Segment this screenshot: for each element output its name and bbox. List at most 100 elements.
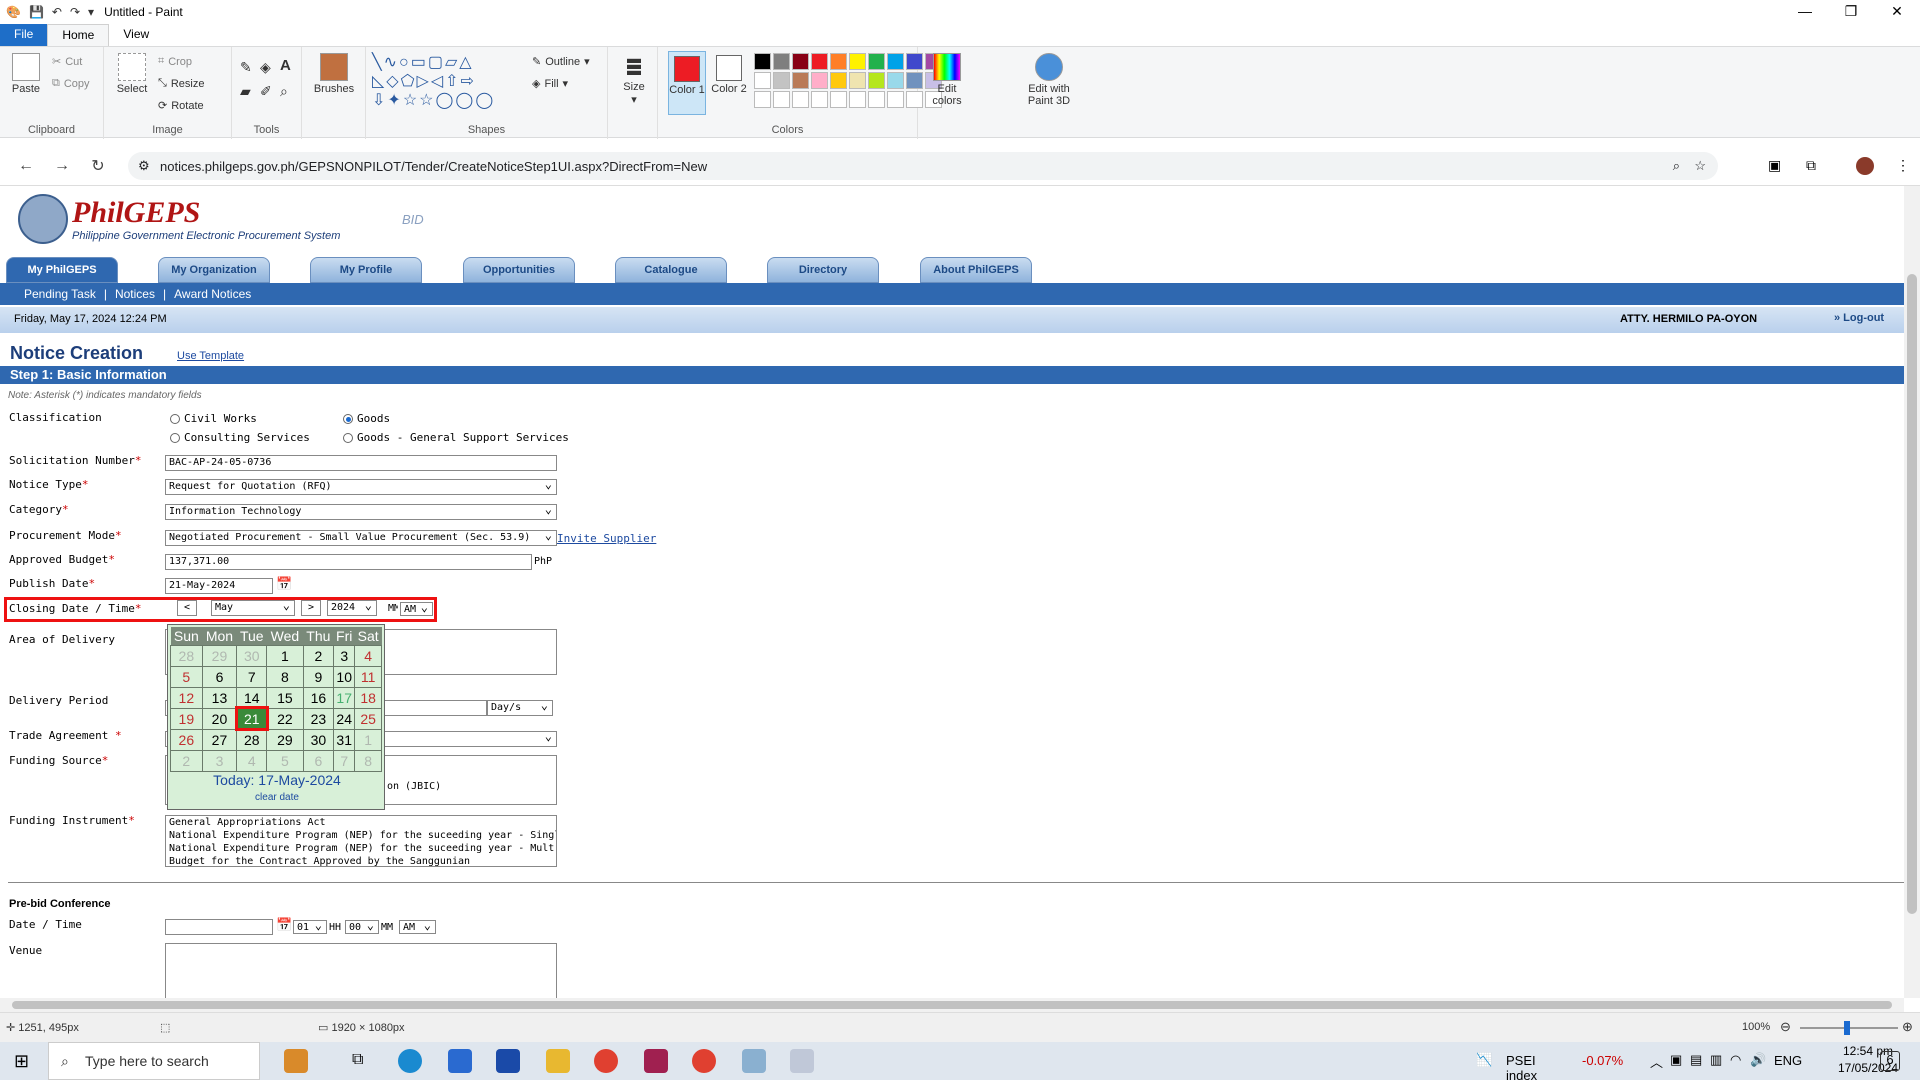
calendar-day-cell[interactable]: 23 (302, 707, 335, 730)
calendar-icon[interactable]: 📅 (276, 576, 292, 592)
copy-button[interactable]: ⧉ Copy (52, 77, 90, 90)
use-template-link[interactable]: Use Template (177, 350, 244, 362)
zoom-out-button[interactable]: ⊖ (1780, 1019, 1791, 1035)
windows-start-icon[interactable]: ⊞ (14, 1051, 29, 1072)
calendar-day-cell[interactable]: 13 (201, 686, 238, 709)
text-tool-icon[interactable]: A (280, 57, 291, 74)
size-button[interactable]: ▬ ▬ ▬ Size ▾ (618, 51, 650, 106)
palette-color-swatch[interactable] (887, 53, 904, 70)
palette-color-swatch[interactable] (754, 72, 771, 89)
rotate-button[interactable]: ⟳ Rotate (158, 99, 204, 113)
calendar-day-cell[interactable]: 29 (266, 728, 304, 751)
zoom-in-button[interactable]: ⊕ (1902, 1019, 1913, 1035)
calendar-day-cell[interactable]: 4 (354, 644, 382, 667)
prebid-minute-select[interactable]: 00 (345, 920, 379, 934)
show-hidden-icons[interactable]: ︿ (1650, 1052, 1663, 1071)
calendar-day-cell[interactable]: 10 (333, 665, 356, 688)
palette-empty-swatch[interactable] (754, 91, 771, 108)
palette-color-swatch[interactable] (811, 72, 828, 89)
calendar-day-cell[interactable]: 30 (302, 728, 335, 751)
calendar-day-cell[interactable]: 31 (333, 728, 356, 751)
brushes-button[interactable]: Brushes (312, 53, 356, 95)
crop-button[interactable]: ⌗ Crop (158, 55, 192, 68)
subnav-notices[interactable]: Notices (115, 287, 155, 301)
funding-instrument-item[interactable]: Budget for the Contract Approved by the … (169, 855, 556, 866)
tray-app-icon[interactable]: ▥ (1710, 1052, 1722, 1068)
funding-instrument-listbox[interactable]: General Appropriations Act National Expe… (165, 815, 557, 867)
tab-my-organization[interactable]: My Organization (158, 257, 270, 283)
procurement-mode-select[interactable]: Negotiated Procurement - Small Value Pro… (165, 530, 557, 546)
calendar-day-cell[interactable]: 7 (236, 665, 268, 688)
solicitation-number-input[interactable]: BAC-AP-24-05-0736 (165, 455, 557, 471)
calendar-day-cell[interactable]: 26 (170, 728, 203, 751)
app-icon[interactable] (644, 1049, 668, 1073)
vertical-scroll-thumb[interactable] (1907, 274, 1917, 914)
reload-icon[interactable]: ↻ (80, 156, 116, 176)
calendar-day-cell[interactable]: 7 (333, 749, 356, 772)
calendar-day-cell[interactable]: 3 (201, 749, 238, 772)
magnifier-icon[interactable]: ⌕ (280, 83, 288, 100)
site-info-icon[interactable]: ⚙ (138, 158, 150, 174)
chrome-icon[interactable] (692, 1049, 716, 1073)
close-button[interactable]: ✕ (1874, 0, 1920, 24)
publish-date-input[interactable]: 21-May-2024 (165, 578, 273, 594)
palette-color-swatch[interactable] (773, 72, 790, 89)
calendar-day-cell[interactable]: 28 (236, 728, 268, 751)
calendar-day-cell[interactable]: 1 (354, 728, 382, 751)
calendar-day-cell[interactable]: 1 (266, 644, 304, 667)
palette-empty-swatch[interactable] (773, 91, 790, 108)
radio-civil-works[interactable]: Civil Works (170, 412, 257, 425)
palette-color-swatch[interactable] (754, 53, 771, 70)
tray-app-icon[interactable]: ▣ (1670, 1052, 1682, 1068)
fill-button[interactable]: ◈ Fill ▾ (532, 77, 568, 91)
prebid-date-input[interactable] (165, 919, 273, 935)
calendar-day-cell[interactable]: 28 (170, 644, 203, 667)
palette-color-swatch[interactable] (849, 72, 866, 89)
outline-button[interactable]: ✎ Outline ▾ (532, 55, 590, 69)
customize-quick-access-icon[interactable]: ▾ (88, 5, 94, 19)
radio-goods[interactable]: Goods (343, 412, 390, 425)
horizontal-scroll-thumb[interactable] (12, 1001, 1892, 1009)
eraser-icon[interactable]: ▰ (240, 83, 251, 100)
zoom-slider-thumb[interactable] (1844, 1021, 1850, 1035)
color1-button[interactable]: Color 1 (668, 51, 706, 115)
calendar-day-cell[interactable]: 9 (302, 665, 335, 688)
calendar-day-cell[interactable]: 21 (234, 706, 269, 731)
calendar-day-cell[interactable]: 18 (354, 686, 382, 709)
save-icon[interactable]: 💾 (29, 5, 44, 19)
mail-icon[interactable] (448, 1049, 472, 1073)
calendar-day-cell[interactable]: 15 (266, 686, 304, 709)
file-explorer-icon[interactable] (546, 1049, 570, 1073)
edit-colors-button[interactable]: Edit colors (924, 53, 970, 107)
calendar-day-cell[interactable]: 4 (236, 749, 268, 772)
calendar-day-cell[interactable]: 8 (354, 749, 382, 772)
extension-icon[interactable]: ▣ (1768, 157, 1781, 174)
palette-empty-swatch[interactable] (868, 91, 885, 108)
forward-icon[interactable]: → (44, 157, 80, 175)
paint-taskbar-icon[interactable] (790, 1049, 814, 1073)
zoom-slider[interactable] (1800, 1021, 1898, 1035)
zoom-icon[interactable]: ⌕ (1673, 158, 1680, 174)
shapes-gallery[interactable]: ╲∿○▭▢▱△ ◺◇⬠▷◁⇧⇨ ⇩✦☆☆◯◯◯ (372, 53, 522, 111)
venue-textarea[interactable] (165, 943, 557, 998)
palette-color-swatch[interactable] (887, 72, 904, 89)
tab-my-profile[interactable]: My Profile (310, 257, 422, 283)
paste-button[interactable]: Paste (8, 53, 44, 95)
page-horizontal-scrollbar[interactable] (0, 998, 1904, 1012)
calendar-day-cell[interactable]: 22 (266, 707, 304, 730)
tab-file[interactable]: File (0, 24, 48, 46)
volume-icon[interactable]: 🔊 (1750, 1052, 1766, 1068)
tab-opportunities[interactable]: Opportunities (463, 257, 575, 283)
task-view-icon[interactable]: ⧉ (352, 1051, 363, 1069)
calendar-day-cell[interactable]: 29 (201, 644, 238, 667)
calendar-clear-date-link[interactable]: clear date (168, 792, 386, 803)
bookmark-star-icon[interactable]: ☆ (1694, 158, 1706, 174)
calendar-day-cell[interactable]: 3 (333, 644, 356, 667)
fill-bucket-icon[interactable]: ◈ (260, 59, 271, 76)
calendar-day-cell[interactable]: 5 (266, 749, 304, 772)
color2-button[interactable]: Color 2 (710, 51, 748, 95)
palette-color-swatch[interactable] (811, 53, 828, 70)
taskbar-clock[interactable]: 12:54 pm 17/05/2024 (1808, 1043, 1920, 1077)
calendar-day-cell[interactable]: 6 (201, 665, 238, 688)
minimize-button[interactable]: — (1782, 0, 1828, 24)
